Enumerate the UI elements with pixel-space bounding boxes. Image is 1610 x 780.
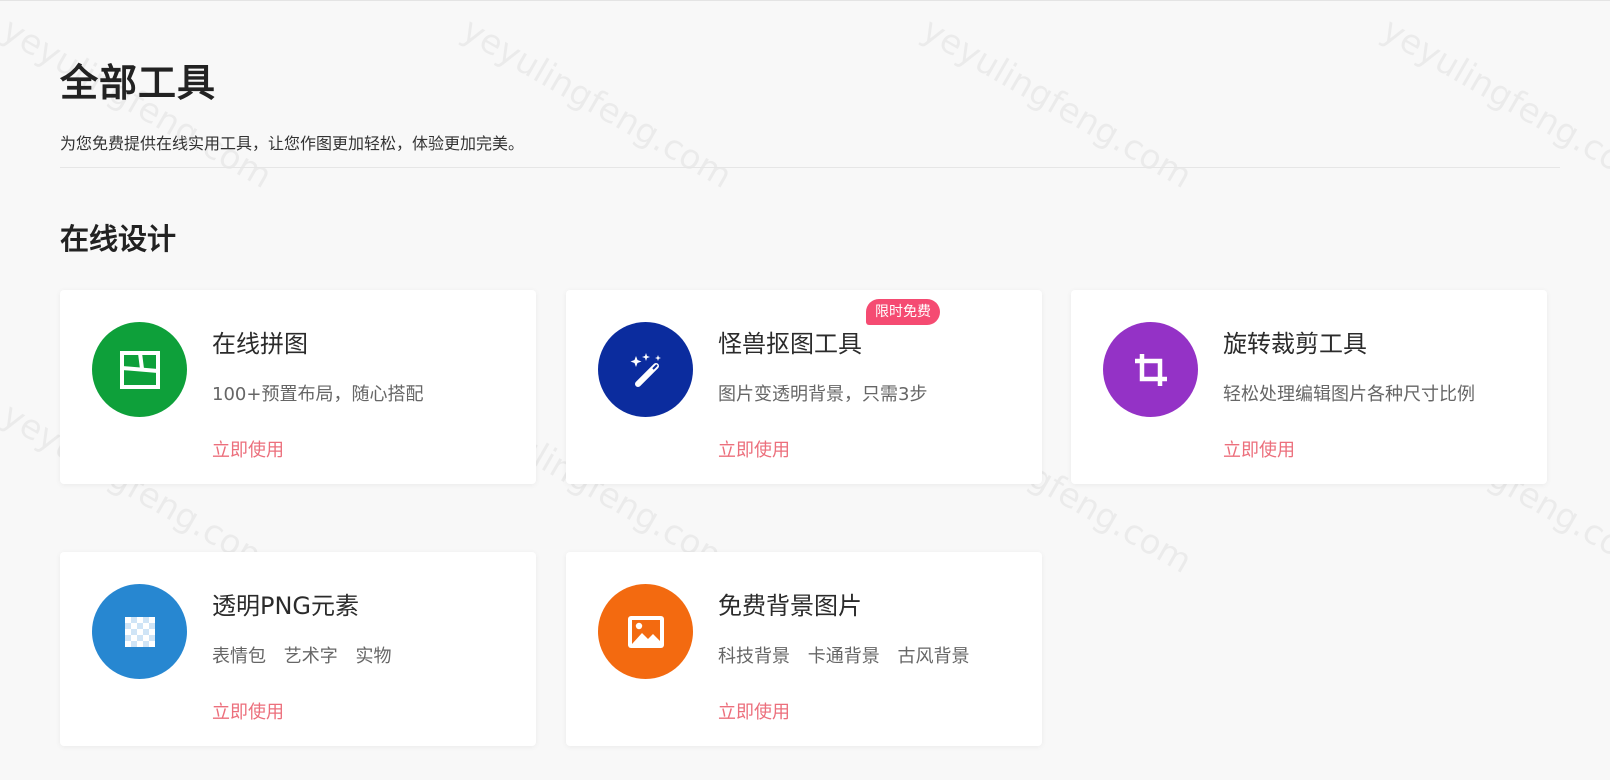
- card-title: 在线拼图: [212, 330, 308, 358]
- png-icon-circle: [92, 584, 187, 679]
- use-now-link[interactable]: 立即使用: [212, 436, 284, 462]
- tool-card-collage[interactable]: 在线拼图 100+预置布局，随心搭配 立即使用: [60, 290, 536, 484]
- magic-wand-icon: [630, 352, 661, 387]
- card-title: 透明PNG元素: [212, 592, 360, 620]
- watermark-text: yeyulingfeng.com: [455, 10, 739, 197]
- crop-icon: [1134, 353, 1167, 386]
- card-title: 免费背景图片: [718, 592, 862, 620]
- use-now-link[interactable]: 立即使用: [1223, 436, 1295, 462]
- watermark-text: yeyulingfeng.com: [1375, 10, 1610, 197]
- card-title: 怪兽抠图工具: [718, 330, 862, 358]
- card-description: 表情包 艺术字 实物: [212, 642, 403, 668]
- cutout-icon-circle: [598, 322, 693, 417]
- card-description: 轻松处理编辑图片各种尺寸比例: [1223, 384, 1475, 405]
- card-description: 科技背景 卡通背景 古风背景: [718, 642, 981, 668]
- tool-card-backgrounds[interactable]: 免费背景图片 科技背景 卡通背景 古风背景 立即使用: [566, 552, 1042, 746]
- use-now-link[interactable]: 立即使用: [718, 436, 790, 462]
- card-title: 旋转裁剪工具: [1223, 330, 1367, 358]
- crop-icon-circle: [1103, 322, 1198, 417]
- card-description: 图片变透明背景，只需3步: [718, 384, 928, 405]
- tag-word-art[interactable]: 艺术字: [284, 646, 338, 667]
- tag-classical-background[interactable]: 古风背景: [897, 646, 969, 667]
- background-icon-circle: [598, 584, 693, 679]
- collage-layout-icon: [119, 350, 160, 389]
- tool-card-crop[interactable]: 旋转裁剪工具 轻松处理编辑图片各种尺寸比例 立即使用: [1071, 290, 1547, 484]
- watermark-text: yeyulingfeng.com: [915, 10, 1199, 197]
- tag-emoji[interactable]: 表情包: [212, 646, 266, 667]
- collage-icon-circle: [92, 322, 187, 417]
- transparent-grid-icon: [124, 616, 155, 647]
- section-title: 在线设计: [60, 222, 177, 256]
- image-icon: [627, 615, 664, 648]
- page: yeyulingfeng.com yeyulingfeng.com yeyuli…: [0, 0, 1610, 780]
- tool-card-cutout[interactable]: 限时免费 怪兽抠图工具 图片变透明背景，只需3步 立即使用: [566, 290, 1042, 484]
- top-divider: [0, 0, 1610, 1]
- tag-tech-background[interactable]: 科技背景: [718, 646, 790, 667]
- page-title: 全部工具: [60, 61, 217, 105]
- use-now-link[interactable]: 立即使用: [212, 698, 284, 724]
- header-divider: [60, 167, 1560, 168]
- page-subtitle: 为您免费提供在线实用工具，让您作图更加轻松，体验更加完美。: [60, 134, 525, 153]
- limited-free-badge: 限时免费: [866, 299, 940, 325]
- tool-card-png[interactable]: 透明PNG元素 表情包 艺术字 实物 立即使用: [60, 552, 536, 746]
- tag-objects[interactable]: 实物: [355, 646, 391, 667]
- use-now-link[interactable]: 立即使用: [718, 698, 790, 724]
- tag-cartoon-background[interactable]: 卡通背景: [808, 646, 880, 667]
- card-description: 100+预置布局，随心搭配: [212, 384, 424, 405]
